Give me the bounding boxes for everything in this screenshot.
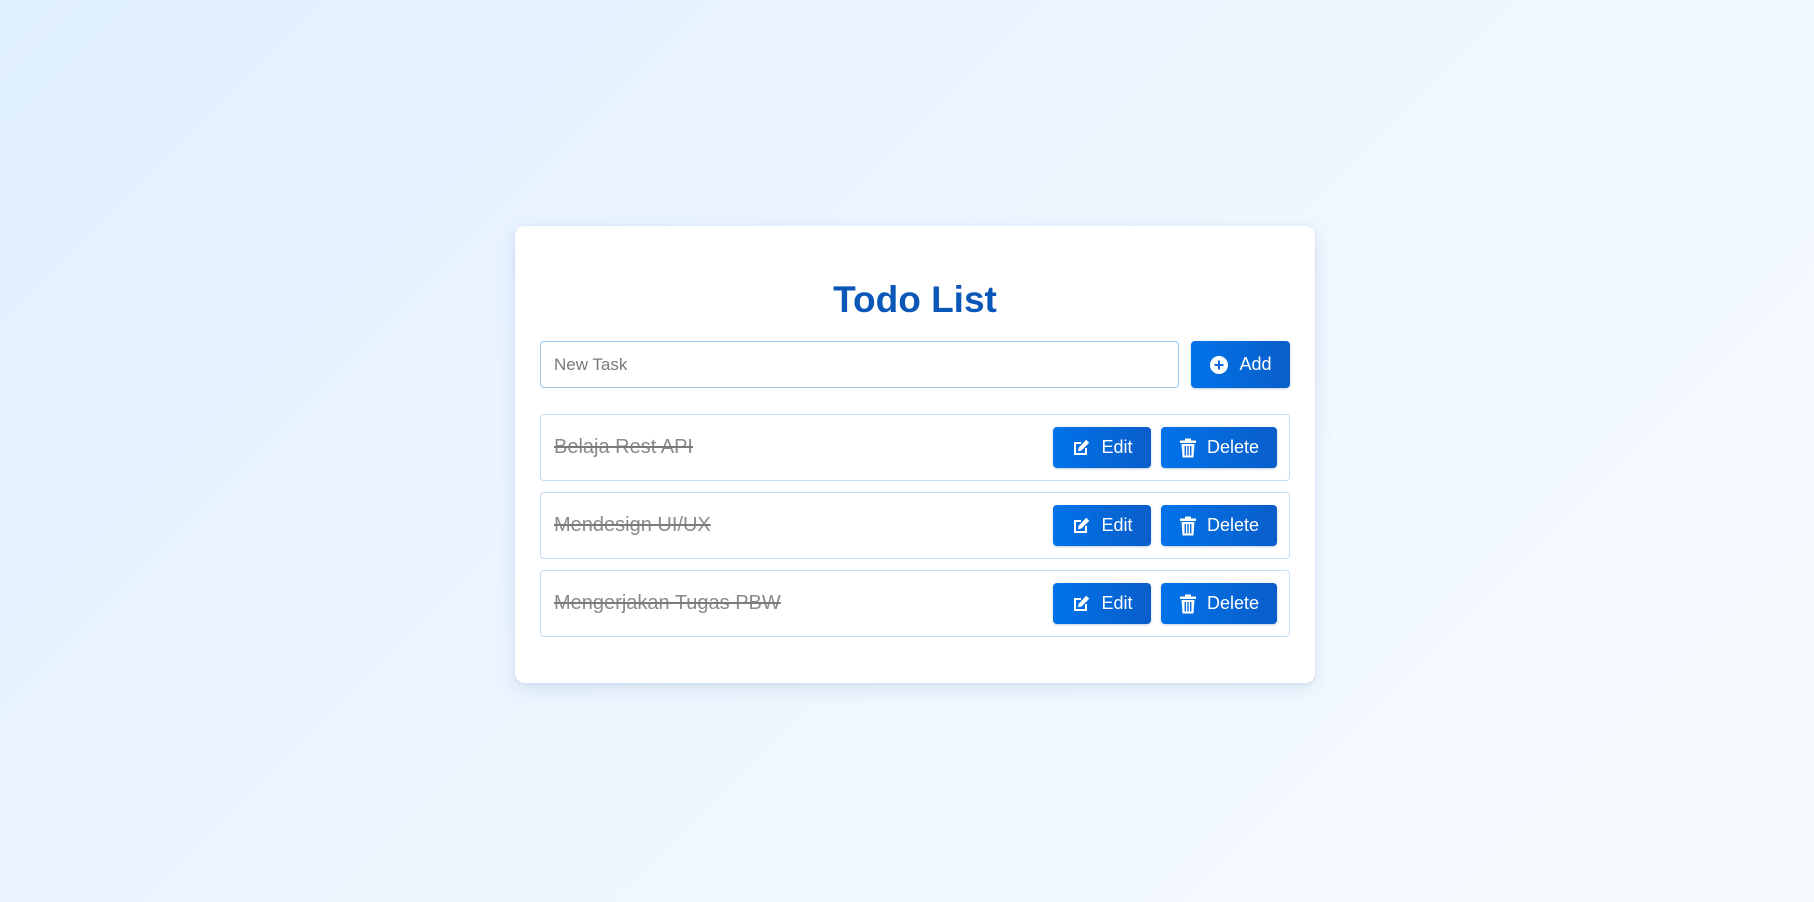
edit-button[interactable]: Edit xyxy=(1053,583,1151,624)
edit-icon xyxy=(1071,594,1091,614)
edit-button-label: Edit xyxy=(1101,437,1133,457)
trash-icon xyxy=(1179,594,1197,614)
delete-button[interactable]: Delete xyxy=(1161,505,1277,546)
list-item: Mendesign UI/UX Edit Delete xyxy=(540,492,1290,559)
add-button-label: Add xyxy=(1239,354,1272,374)
task-list: Belaja Rest API Edit Delete Mendesign UI… xyxy=(540,414,1290,637)
task-text: Mengerjakan Tugas PBW xyxy=(554,592,781,614)
add-task-form: Add xyxy=(540,341,1290,388)
edit-icon xyxy=(1071,516,1091,536)
delete-button[interactable]: Delete xyxy=(1161,583,1277,624)
list-item: Mengerjakan Tugas PBW Edit Delete xyxy=(540,570,1290,637)
trash-icon xyxy=(1179,438,1197,458)
trash-icon xyxy=(1179,516,1197,536)
task-text: Mendesign UI/UX xyxy=(554,514,711,536)
new-task-input[interactable] xyxy=(540,341,1179,388)
add-button[interactable]: Add xyxy=(1191,341,1290,388)
edit-button-label: Edit xyxy=(1101,515,1133,535)
edit-button-label: Edit xyxy=(1101,593,1133,613)
delete-button[interactable]: Delete xyxy=(1161,427,1277,468)
todo-card: Todo List Add Belaja Rest API xyxy=(515,226,1315,683)
delete-button-label: Delete xyxy=(1206,437,1260,457)
task-text: Belaja Rest API xyxy=(554,436,693,458)
page-title: Todo List xyxy=(833,279,997,320)
list-item: Belaja Rest API Edit Delete xyxy=(540,414,1290,481)
delete-button-label: Delete xyxy=(1206,515,1260,535)
edit-icon xyxy=(1071,438,1091,458)
edit-button[interactable]: Edit xyxy=(1053,505,1151,546)
plus-circle-icon xyxy=(1209,355,1229,375)
delete-button-label: Delete xyxy=(1206,593,1260,613)
edit-button[interactable]: Edit xyxy=(1053,427,1151,468)
